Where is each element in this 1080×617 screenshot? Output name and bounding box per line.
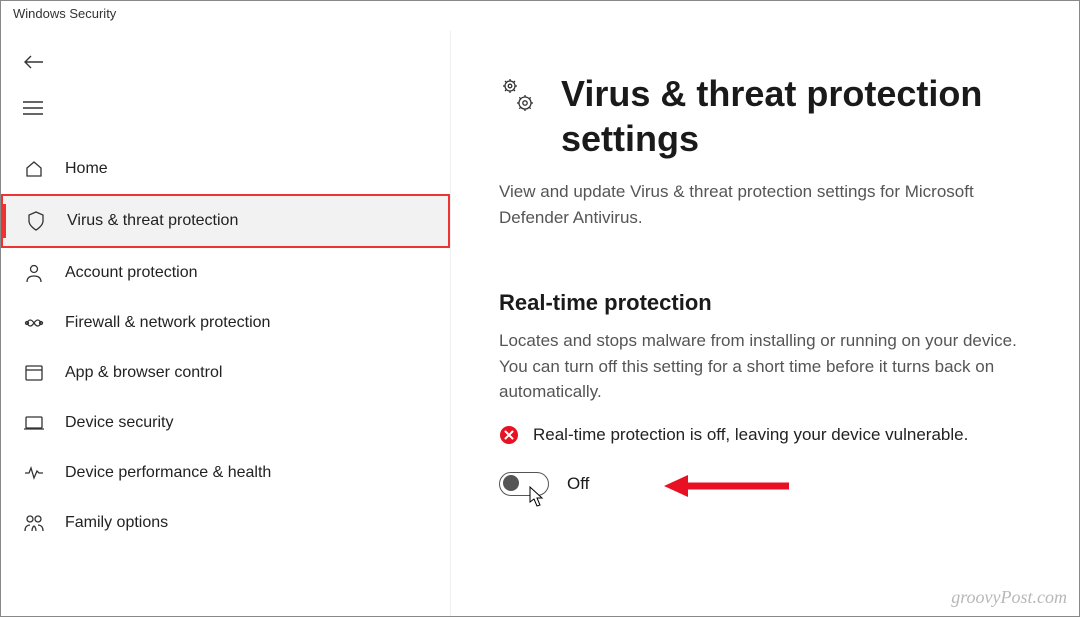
sidebar-item-label: Virus & threat protection xyxy=(67,212,238,230)
sidebar-item-home[interactable]: Home xyxy=(1,144,450,194)
health-icon xyxy=(23,462,45,484)
sidebar-item-device-security[interactable]: Device security xyxy=(1,398,450,448)
window-title: Windows Security xyxy=(13,6,116,21)
page-description: View and update Virus & threat protectio… xyxy=(499,179,1031,230)
window-titlebar: Windows Security xyxy=(1,1,1079,31)
sidebar-item-performance[interactable]: Device performance & health xyxy=(1,448,450,498)
family-icon xyxy=(23,512,45,534)
hamburger-menu-button[interactable] xyxy=(1,91,65,130)
toggle-knob xyxy=(503,475,519,491)
settings-gears-icon xyxy=(499,77,539,122)
sidebar-item-label: Firewall & network protection xyxy=(65,314,270,332)
sidebar-item-label: Device performance & health xyxy=(65,464,271,482)
sidebar-item-app-browser[interactable]: App & browser control xyxy=(1,348,450,398)
toggle-label: Off xyxy=(567,474,589,494)
sidebar-item-firewall[interactable]: Firewall & network protection xyxy=(1,298,450,348)
cursor-icon xyxy=(529,486,545,513)
back-button[interactable] xyxy=(1,46,67,83)
watermark: groovyPost.com xyxy=(951,587,1067,608)
shield-icon xyxy=(25,210,47,232)
home-icon xyxy=(23,158,45,180)
device-security-icon xyxy=(23,412,45,434)
sidebar-item-family[interactable]: Family options xyxy=(1,498,450,548)
warning-text: Real-time protection is off, leaving you… xyxy=(533,423,968,448)
annotation-arrow-icon xyxy=(664,471,794,506)
section-description-realtime: Locates and stops malware from installin… xyxy=(499,328,1031,405)
sidebar-item-account[interactable]: Account protection xyxy=(1,248,450,298)
error-icon xyxy=(499,425,519,450)
sidebar-item-label: Family options xyxy=(65,514,168,532)
sidebar: Home Virus & threat protection Account p… xyxy=(1,31,451,616)
sidebar-item-label: Device security xyxy=(65,414,173,432)
main-content: Virus & threat protection settings View … xyxy=(451,31,1079,616)
sidebar-item-label: App & browser control xyxy=(65,364,222,382)
sidebar-item-label: Home xyxy=(65,160,108,178)
sidebar-item-virus-threat[interactable]: Virus & threat protection xyxy=(1,194,450,248)
firewall-icon xyxy=(23,312,45,334)
section-title-realtime: Real-time protection xyxy=(499,290,1031,316)
sidebar-item-label: Account protection xyxy=(65,264,198,282)
app-browser-icon xyxy=(23,362,45,384)
account-icon xyxy=(23,262,45,284)
warning-row: Real-time protection is off, leaving you… xyxy=(499,423,1031,450)
page-title: Virus & threat protection settings xyxy=(561,71,1031,161)
hamburger-icon xyxy=(23,101,43,115)
back-arrow-icon xyxy=(23,54,45,70)
